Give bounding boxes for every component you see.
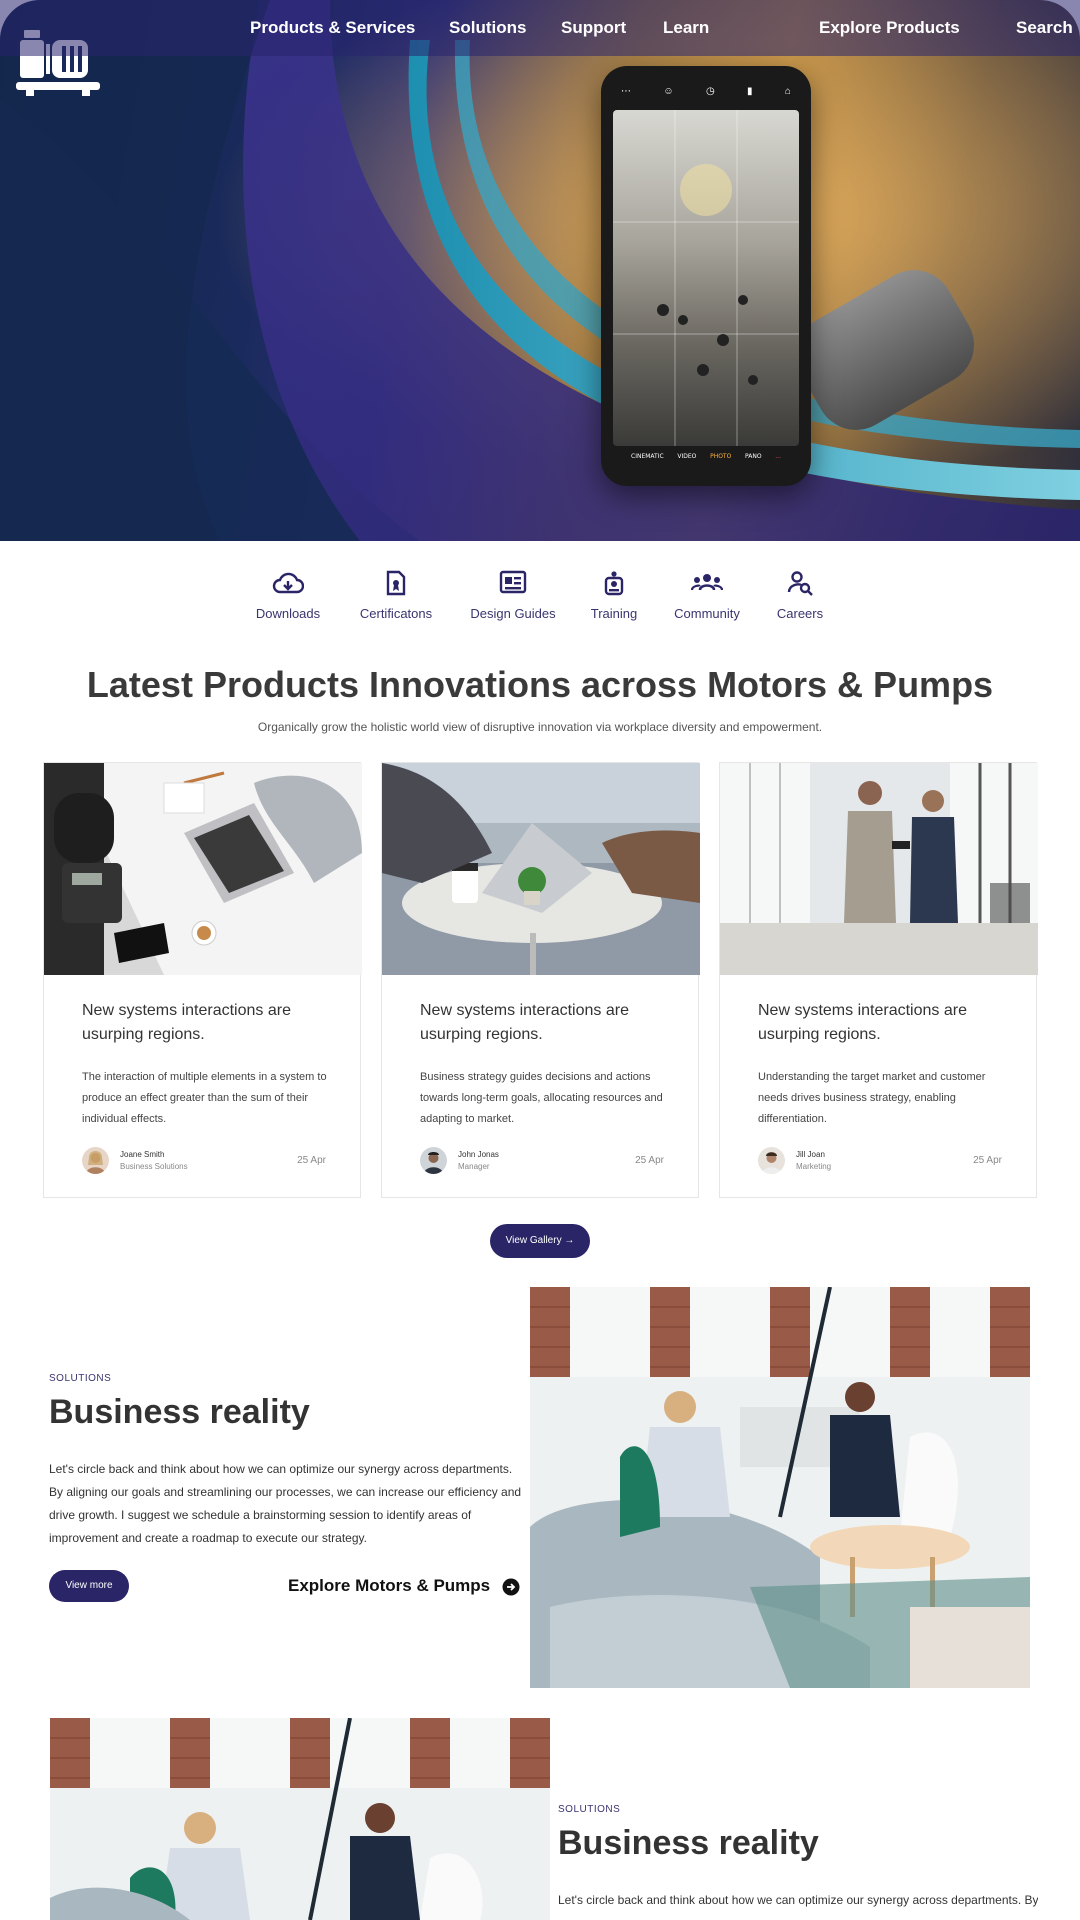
home-icon: ⌂ [784,86,791,97]
mode-label: PANO [745,453,762,460]
arrow-circle-icon[interactable] [502,1578,520,1596]
mode-label-active: PHOTO [710,453,732,460]
author-name: John Jonas [458,1150,499,1159]
latest-section-title: Latest Products Innovations across Motor… [86,664,994,705]
flash-icon: ▮ [747,86,753,97]
face-icon: ☺ [663,86,674,97]
card-image-meeting-table [382,763,700,975]
mode-label: ... [775,453,781,460]
phone-camera-modes: CINEMATIC VIDEO PHOTO PANO ... [631,453,781,460]
quick-link-certifications[interactable]: Certificatons [356,570,436,621]
quick-links: Downloads Certificatons Design Guides Tr… [0,570,1080,630]
view-more-button[interactable]: View more [49,1570,129,1602]
avatar [82,1147,109,1174]
phone-camera-toolbar: ⋯ ☺ ◷ ▮ ⌂ [621,86,791,100]
business-text-2: Let's circle back and think about how we… [558,1893,1038,1907]
card-author: Jill Joan Marketing 25 Apr [758,1147,1002,1175]
nav-explore-products[interactable]: Explore Products [819,18,960,38]
business-title-2: Business reality [558,1824,819,1862]
latest-section-subtitle: Organically grow the holistic world view… [257,720,823,734]
card-title[interactable]: New systems interactions are usurping re… [82,999,332,1047]
author-name: Jill Joan [796,1150,825,1159]
card-title[interactable]: New systems interactions are usurping re… [420,999,670,1047]
quick-link-label: Careers [776,606,824,621]
card-author: John Jonas Manager 25 Apr [420,1147,664,1175]
section-tag: SOLUTIONS [49,1373,112,1384]
business-title: Business reality [49,1393,310,1431]
quick-link-design-guides[interactable]: Design Guides [470,570,556,621]
office-lounge-photo-2 [50,1718,550,1920]
author-role: Marketing [796,1162,832,1171]
card-author: Joane Smith Business Solutions 25 Apr [82,1147,326,1175]
card-description: The interaction of multiple elements in … [82,1071,327,1125]
card-image-desk-laptop [44,763,362,975]
author-role: Business Solutions [120,1162,188,1171]
training-icon [604,571,624,596]
community-icon [691,574,723,591]
nav-solutions[interactable]: Solutions [449,18,526,38]
author-role: Manager [458,1162,490,1171]
explore-motors-pumps-link[interactable]: Explore Motors & Pumps [288,1576,490,1596]
design-guide-icon [499,570,527,594]
author-name: Joane Smith [120,1150,165,1159]
mode-label: CINEMATIC [631,453,664,460]
article-card[interactable]: New systems interactions are usurping re… [43,762,362,1198]
more-icon: ⋯ [621,86,631,97]
phone-camera-view [613,110,799,446]
quick-link-label: Community [674,606,740,621]
quick-link-training[interactable]: Training [589,570,639,621]
nav-products-services[interactable]: Products & Services [250,18,415,38]
card-date: 25 Apr [973,1155,1002,1166]
avatar [758,1147,785,1174]
card-description: Business strategy guides decisions and a… [420,1071,663,1125]
view-gallery-button[interactable]: View Gallery → [490,1224,590,1258]
quick-link-label: Design Guides [470,606,556,621]
card-date: 25 Apr [635,1155,664,1166]
cloud-download-icon [272,572,304,594]
quick-link-careers[interactable]: Careers [776,570,824,621]
certificate-icon [386,570,406,596]
quick-link-label: Certificatons [359,606,433,621]
quick-link-label: Training [590,606,638,621]
top-navigation: Products & Services Solutions Support Le… [0,0,1080,56]
nav-learn[interactable]: Learn [663,18,709,38]
careers-search-icon [787,571,813,596]
card-description: Understanding the target market and cust… [758,1071,986,1125]
quick-link-downloads[interactable]: Downloads [255,570,321,621]
business-text: Let's circle back and think about how we… [49,1462,522,1545]
nav-support[interactable]: Support [561,18,626,38]
mode-label: VIDEO [677,453,697,460]
timer-icon: ◷ [705,86,715,97]
article-card[interactable]: New systems interactions are usurping re… [719,762,1038,1198]
hero-banner: ⋯ ☺ ◷ ▮ ⌂ CINEMATIC VIDEO PHOTO PANO ... [0,0,1080,541]
office-lounge-photo [530,1287,1030,1688]
card-date: 25 Apr [297,1155,326,1166]
article-card[interactable]: New systems interactions are usurping re… [381,762,700,1198]
card-image-business-handshake [720,763,1038,975]
card-title[interactable]: New systems interactions are usurping re… [758,999,1008,1047]
quick-link-community[interactable]: Community [672,570,742,621]
section-tag: SOLUTIONS [558,1804,621,1815]
smartphone-image: ⋯ ☺ ◷ ▮ ⌂ CINEMATIC VIDEO PHOTO PANO ... [601,66,811,486]
nav-search[interactable]: Search [1016,18,1073,38]
quick-link-label: Downloads [255,606,321,621]
avatar [420,1147,447,1174]
